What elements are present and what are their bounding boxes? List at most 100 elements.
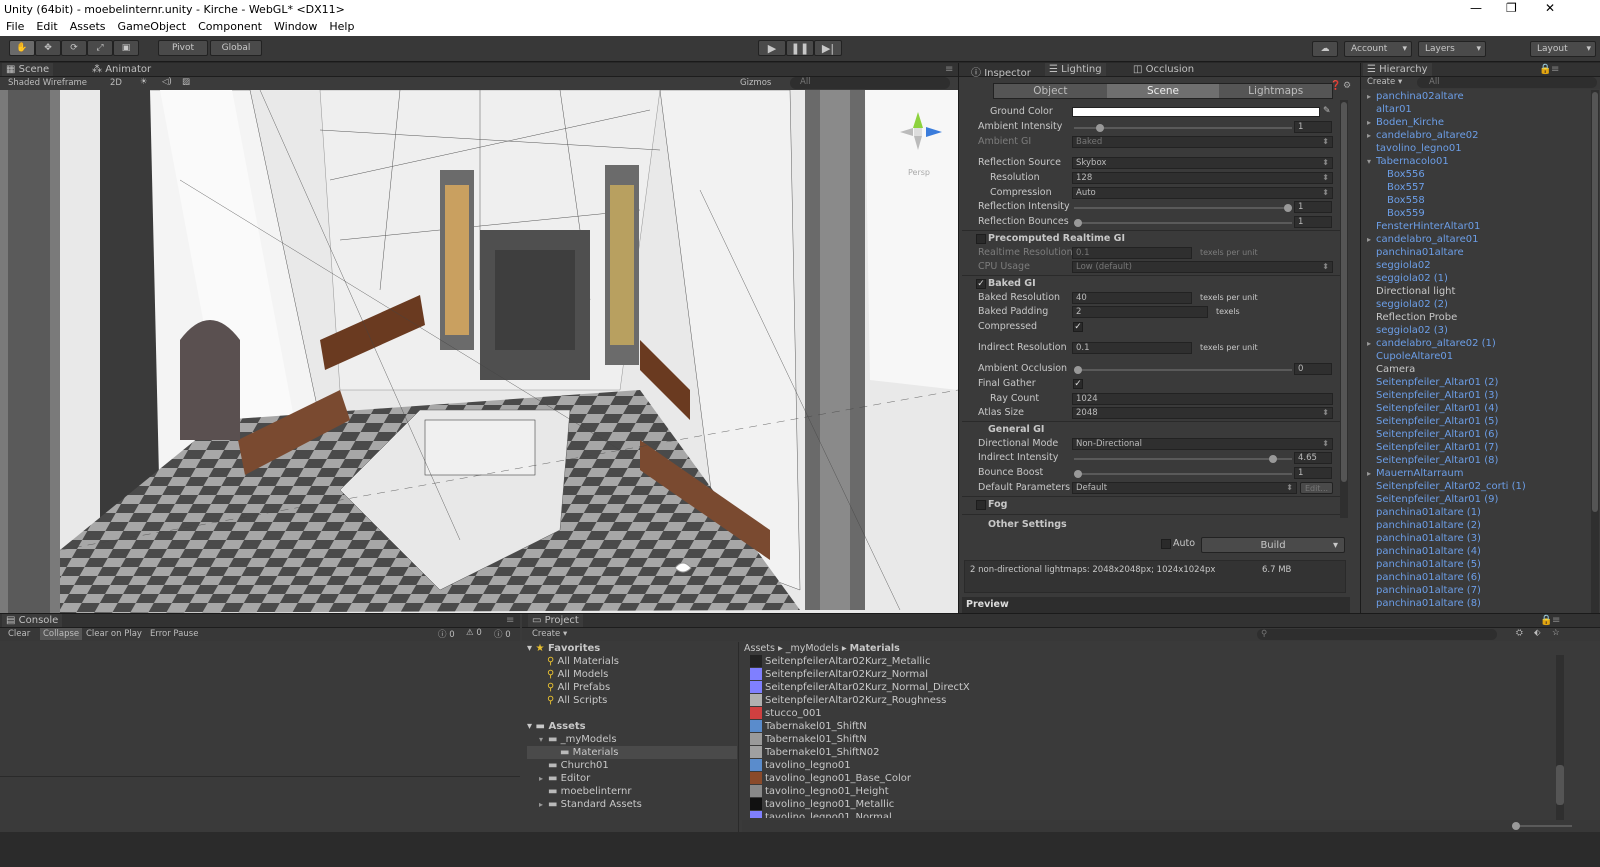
hierarchy-item[interactable]: Seitenpfeiler_Altar01 (7) xyxy=(1361,441,1589,454)
hierarchy-item[interactable]: Seitenpfeiler_Altar01 (8) xyxy=(1361,454,1589,467)
hierarchy-item[interactable]: ▸ Boden_Kirche xyxy=(1361,116,1589,129)
info-count-toggle[interactable]: ⓘ 0 xyxy=(438,628,455,640)
baked-resolution-value[interactable]: 40 xyxy=(1072,292,1192,304)
hierarchy-item[interactable]: ▸ candelabro_altare02 (1) xyxy=(1361,337,1589,350)
2d-toggle[interactable]: 2D xyxy=(110,78,122,88)
assets-header[interactable]: ▾ ▬ Assets xyxy=(527,720,737,733)
expand-arrow-icon[interactable]: ▸ xyxy=(1367,467,1376,480)
play-icon[interactable]: ▶ xyxy=(758,40,786,56)
expand-arrow-icon[interactable]: ▸ xyxy=(1367,116,1376,129)
auto-checkbox[interactable] xyxy=(1161,539,1171,549)
favorite-item[interactable]: ⚲ All Models xyxy=(527,668,737,681)
cloud-icon[interactable]: ☁ xyxy=(1312,41,1338,57)
hierarchy-item[interactable]: panchina01altare (7) xyxy=(1361,584,1589,597)
gizmos-dropdown[interactable]: Gizmos xyxy=(740,78,771,88)
expand-arrow-icon[interactable]: ▸ xyxy=(1367,129,1376,142)
console-clear-button[interactable]: Clear xyxy=(8,629,30,639)
asset-item[interactable]: SeitenpfeilerAltar02Kurz_Normal xyxy=(742,668,1552,681)
bounce-boost-slider[interactable] xyxy=(1074,470,1292,478)
asset-item[interactable]: stucco_001 xyxy=(742,707,1552,720)
panel-menu-icon[interactable]: ≡ xyxy=(1552,615,1560,626)
asset-item[interactable]: tavolino_legno01_Base_Color xyxy=(742,772,1552,785)
hierarchy-item[interactable]: tavolino_legno01 xyxy=(1361,142,1589,155)
tab-project[interactable]: ▭ Project xyxy=(528,614,583,627)
asset-item[interactable]: SeitenpfeilerAltar02Kurz_Roughness xyxy=(742,694,1552,707)
hierarchy-item[interactable]: ▸ candelabro_altare01 xyxy=(1361,233,1589,246)
hierarchy-item[interactable]: seggiola02 (2) xyxy=(1361,298,1589,311)
account-dropdown[interactable]: Account ▾ xyxy=(1344,41,1412,57)
star-icon[interactable]: ☆ xyxy=(1552,628,1560,638)
hierarchy-item[interactable]: Seitenpfeiler_Altar01 (4) xyxy=(1361,402,1589,415)
console-collapse-button[interactable]: Collapse xyxy=(40,628,83,640)
asset-item[interactable]: tavolino_legno01 xyxy=(742,759,1552,772)
menu-assets[interactable]: Assets xyxy=(64,19,112,36)
ambient-intensity-slider[interactable] xyxy=(1074,124,1292,132)
hierarchy-item[interactable]: ▸ panchina02altare xyxy=(1361,90,1589,103)
ground-color-swatch[interactable] xyxy=(1072,107,1320,117)
effects-toggle-icon[interactable]: ▨ xyxy=(182,77,190,87)
hierarchy-item[interactable]: CupoleAltare01 xyxy=(1361,350,1589,363)
tab-console[interactable]: ▤ Console xyxy=(2,614,63,627)
expand-arrow-icon[interactable]: ▸ xyxy=(1367,337,1376,350)
directional-mode-select[interactable]: Non-Directional xyxy=(1072,438,1333,450)
final-gather-checkbox[interactable]: ✓ xyxy=(1073,379,1083,389)
scale-tool-icon[interactable]: ⤢ xyxy=(87,40,113,56)
ambient-gi-select[interactable]: Baked xyxy=(1072,136,1333,148)
close-icon[interactable]: ✕ xyxy=(1545,1,1555,15)
hierarchy-item[interactable]: FensterHinterAltar01 xyxy=(1361,220,1589,233)
hierarchy-item[interactable]: panchina01altare (2) xyxy=(1361,519,1589,532)
rotate-tool-icon[interactable]: ⟳ xyxy=(61,40,87,56)
reflection-intensity-value[interactable]: 1 xyxy=(1294,201,1332,213)
slider-knob[interactable] xyxy=(1284,204,1292,212)
rect-tool-icon[interactable]: ▣ xyxy=(113,40,139,56)
folder-item[interactable]: ▾ ▬ _myModels xyxy=(527,733,737,746)
hierarchy-item[interactable]: panchina01altare (4) xyxy=(1361,545,1589,558)
bounce-boost-value[interactable]: 1 xyxy=(1294,467,1332,479)
folder-item[interactable]: ▸ ▬ Standard Assets xyxy=(527,798,737,811)
panel-menu-icon[interactable]: ≡ xyxy=(506,615,514,626)
scene-search-input[interactable]: All xyxy=(790,77,950,89)
project-create-button[interactable]: Create ▾ xyxy=(532,629,567,639)
hierarchy-item[interactable]: Box558 xyxy=(1361,194,1589,207)
filter-type-icon[interactable]: ⛭ xyxy=(1516,628,1523,638)
minimize-icon[interactable]: — xyxy=(1470,1,1482,15)
indirect-intensity-value[interactable]: 4.65 xyxy=(1294,452,1332,464)
resolution-select[interactable]: 128 xyxy=(1072,172,1333,184)
asset-item[interactable]: Tabernakel01_ShiftN02 xyxy=(742,746,1552,759)
fog-checkbox[interactable] xyxy=(976,500,986,510)
favorites-header[interactable]: ▾ ★ Favorites xyxy=(527,642,737,655)
tab-lighting[interactable]: ☰ Lighting xyxy=(1045,63,1106,76)
favorite-item[interactable]: ⚲ All Scripts xyxy=(527,694,737,707)
folder-item[interactable]: ▸ ▬ Editor xyxy=(527,772,737,785)
tab-hierarchy[interactable]: ☰ Hierarchy xyxy=(1363,63,1432,76)
favorite-item[interactable]: ⚲ All Materials xyxy=(527,655,737,668)
cpu-usage-select[interactable]: Low (default) xyxy=(1072,261,1333,273)
hierarchy-search-input[interactable]: All xyxy=(1417,77,1597,88)
slider-knob[interactable] xyxy=(1512,822,1520,830)
hierarchy-item[interactable]: Seitenpfeiler_Altar01 (3) xyxy=(1361,389,1589,402)
filter-label-icon[interactable]: ⬖ xyxy=(1534,628,1541,638)
ambient-occlusion-slider[interactable] xyxy=(1074,366,1292,374)
eyedropper-icon[interactable]: ✎ xyxy=(1323,106,1331,116)
reflection-bounces-slider[interactable] xyxy=(1074,219,1292,227)
menu-window[interactable]: Window xyxy=(268,19,323,36)
asset-item[interactable]: tavolino_legno01_Normal xyxy=(742,811,1552,818)
expand-arrow-icon[interactable] xyxy=(539,759,548,772)
expand-arrow-icon[interactable]: ▸ xyxy=(539,772,548,785)
expand-arrow-icon[interactable]: ▾ xyxy=(1367,155,1376,168)
baked-gi-checkbox[interactable]: ✓ xyxy=(976,279,986,289)
precomputed-checkbox[interactable] xyxy=(976,234,986,244)
tab-occlusion[interactable]: ◫ Occlusion xyxy=(1129,63,1198,76)
hand-tool-icon[interactable]: ✋ xyxy=(9,40,35,56)
console-log-area[interactable] xyxy=(0,641,520,831)
project-scrollbar[interactable] xyxy=(1556,655,1564,820)
asset-item[interactable]: Tabernakel01_ShiftN xyxy=(742,733,1552,746)
hierarchy-item[interactable]: ▸ MauernAltarraum xyxy=(1361,467,1589,480)
favorite-item[interactable]: ⚲ All Prefabs xyxy=(527,681,737,694)
ambient-intensity-value[interactable]: 1 xyxy=(1294,121,1332,133)
restore-icon[interactable]: ❐ xyxy=(1506,1,1517,15)
expand-arrow-icon[interactable]: ▸ xyxy=(1367,233,1376,246)
lighting-toggle-icon[interactable]: ☀ xyxy=(140,77,148,87)
hierarchy-item[interactable]: Seitenpfeiler_Altar01 (2) xyxy=(1361,376,1589,389)
hierarchy-item[interactable]: ▾ Tabernacolo01 xyxy=(1361,155,1589,168)
